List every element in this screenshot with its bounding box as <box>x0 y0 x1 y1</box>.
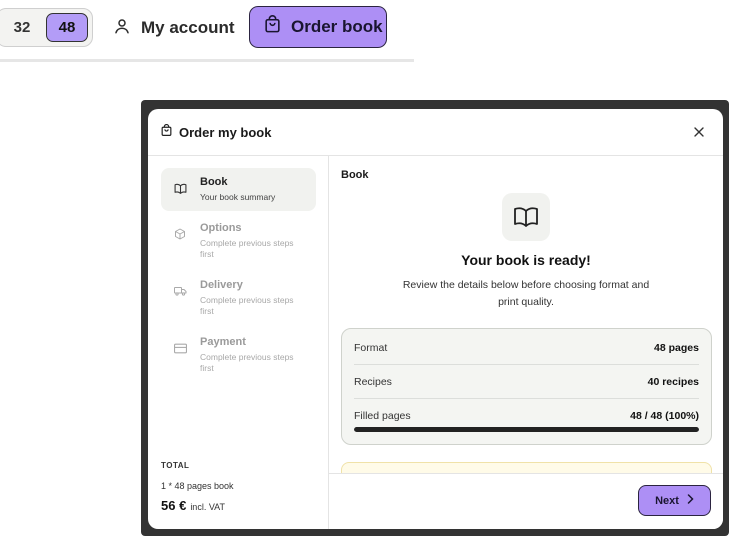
step-subtitle: Your book summary <box>200 192 276 202</box>
ready-description: Review the details below before choosing… <box>402 279 650 308</box>
total-label: TOTAL <box>161 461 190 470</box>
shopping-bag-icon <box>160 123 173 140</box>
close-icon[interactable] <box>691 124 707 140</box>
my-account-label: My account <box>141 18 235 37</box>
next-label: Next <box>655 494 679 507</box>
detail-label: Filled pages <box>354 410 411 422</box>
total-price-block: 56 € incl. VAT <box>161 498 225 513</box>
detail-label: Format <box>354 341 388 354</box>
step-title: Delivery <box>200 279 243 291</box>
step-subtitle: Complete previous steps first <box>200 352 294 373</box>
step-delivery: Delivery Complete previous steps first <box>161 271 316 317</box>
book-open-icon <box>502 193 550 241</box>
order-book-label: Order book <box>291 17 383 36</box>
notice-banner <box>341 462 712 473</box>
step-subtitle: Complete previous steps first <box>200 295 294 316</box>
section-title: Book <box>341 169 369 181</box>
detail-label: Recipes <box>354 375 392 388</box>
box-icon <box>173 227 187 241</box>
my-account-link[interactable]: My account <box>113 12 235 44</box>
step-book[interactable]: Book Your book summary <box>161 168 316 211</box>
order-modal: Order my book Book Your book summary Opt… <box>148 109 723 529</box>
detail-row-recipes: Recipes 40 recipes <box>354 365 699 399</box>
truck-icon <box>173 284 187 298</box>
page-count-32-option[interactable]: 32 <box>3 13 41 42</box>
step-title: Payment <box>200 336 246 348</box>
detail-row-format: Format 48 pages <box>354 331 699 365</box>
steps-sidebar: Book Your book summary Options Complete … <box>148 156 329 529</box>
filled-pages-progress-bar <box>354 427 699 432</box>
modal-header: Order my book <box>148 109 723 156</box>
modal-title: Order my book <box>179 124 272 140</box>
top-bar: 32 48 My account Order book <box>0 0 414 62</box>
step-subtitle: Complete previous steps first <box>200 238 294 259</box>
shopping-bag-icon <box>263 15 282 39</box>
book-details-card: Format 48 pages Recipes 40 recipes Fille… <box>341 328 712 445</box>
user-icon <box>113 17 131 40</box>
page-count-48-option[interactable]: 48 <box>46 13 88 42</box>
step-options: Options Complete previous steps first <box>161 214 316 260</box>
modal-footer: Next <box>329 473 723 529</box>
book-open-icon <box>173 181 187 195</box>
detail-value: 48 / 48 (100%) <box>630 410 699 422</box>
ready-heading: Your book is ready! <box>461 252 591 268</box>
chevron-right-icon <box>687 494 694 507</box>
detail-value: 48 pages <box>654 341 699 354</box>
progress-fill <box>354 427 699 432</box>
step-payment: Payment Complete previous steps first <box>161 328 316 374</box>
page-count-selector: 32 48 <box>0 8 93 47</box>
step-title: Options <box>200 222 242 234</box>
detail-value: 40 recipes <box>647 375 699 388</box>
total-line: 1 * 48 pages book <box>161 481 234 491</box>
next-button[interactable]: Next <box>638 485 711 516</box>
order-book-button[interactable]: Order book <box>249 6 387 48</box>
credit-card-icon <box>173 341 187 355</box>
step-title: Book <box>200 176 228 188</box>
book-summary-panel[interactable]: Book Your book is ready! Review the deta… <box>329 156 723 473</box>
vat-note: incl. VAT <box>190 502 225 512</box>
total-price: 56 € <box>161 498 187 513</box>
